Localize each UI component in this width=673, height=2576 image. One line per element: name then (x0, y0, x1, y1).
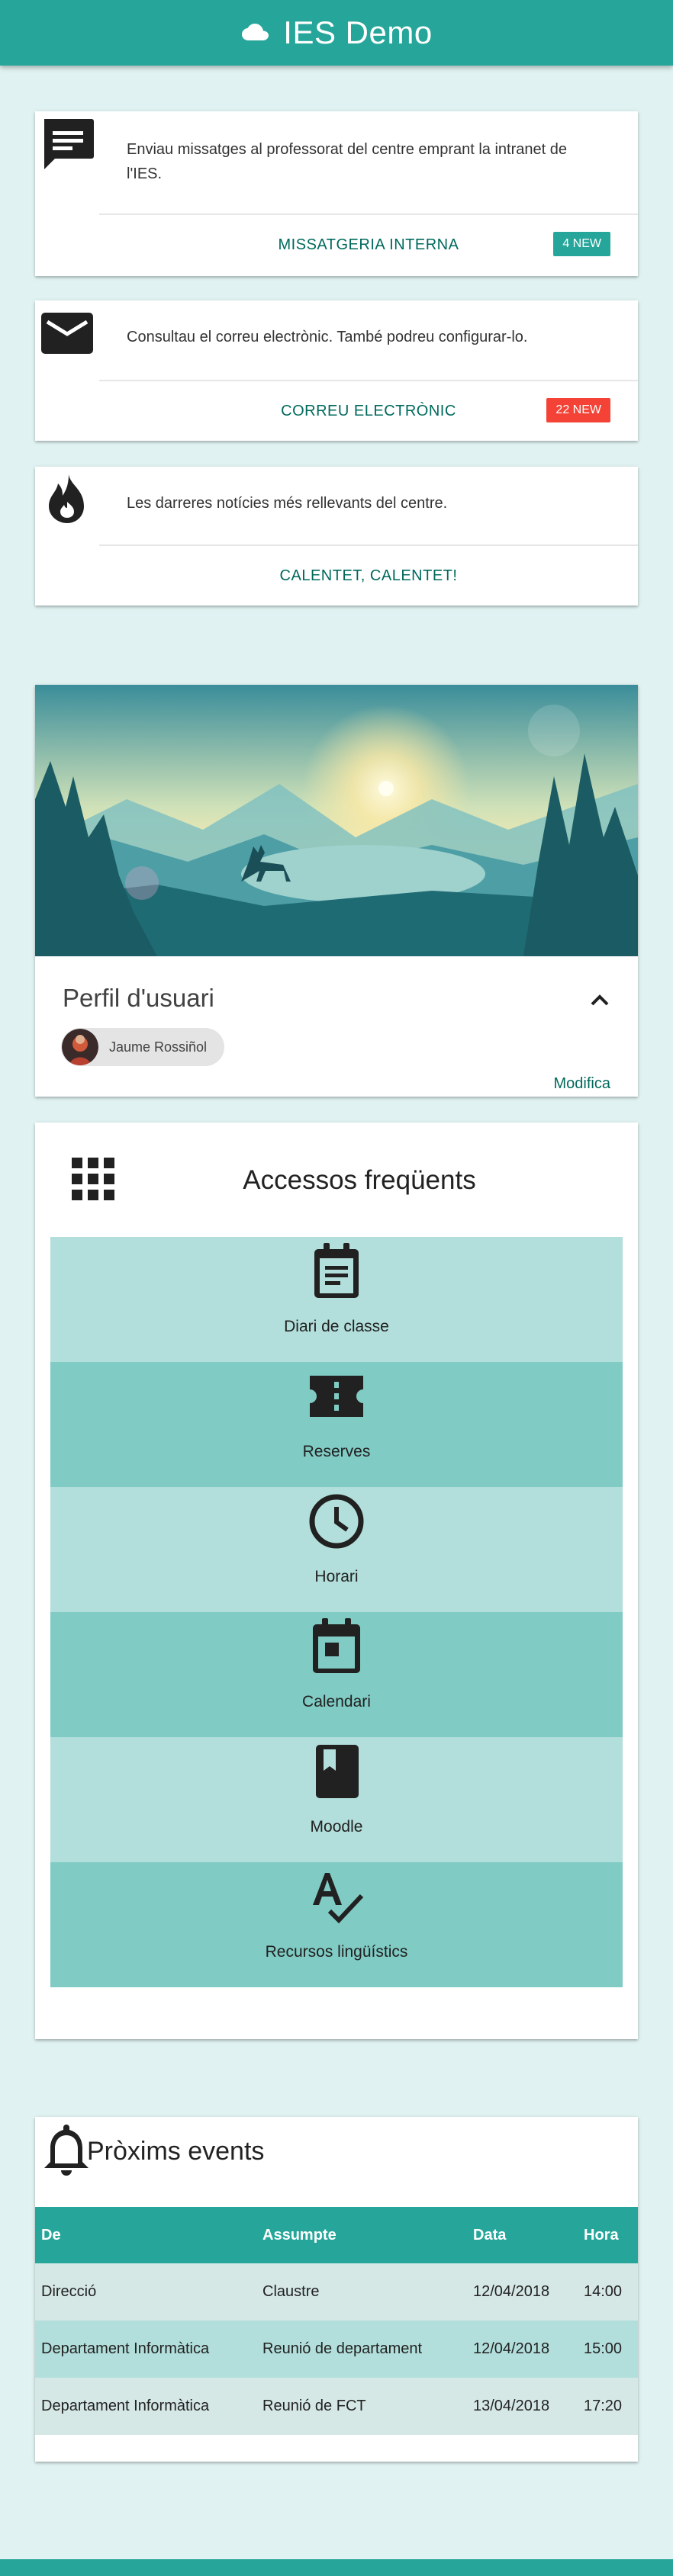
news-card: Les darreres notícies més rellevants del… (35, 467, 638, 605)
spellcheck-icon (313, 1873, 364, 1924)
avatar (62, 1029, 98, 1065)
email-description: Consultau el correu electrònic. També po… (127, 329, 528, 345)
events-title: Pròxims events (87, 2137, 265, 2166)
event-time: 15:00 (578, 2321, 638, 2378)
column-header-hora: Hora (578, 2207, 638, 2263)
user-name: Jaume Rossiñol (109, 1039, 208, 1055)
profile-card: Perfil d'usuari Jaume Rossiñol Modifica (35, 685, 638, 1097)
table-row: Direcció Claustre 12/04/2018 14:00 (35, 2263, 638, 2321)
shortcut-diari-de-classe[interactable]: Diari de classe (50, 1237, 623, 1362)
footer-bar (0, 2559, 673, 2576)
ticket-icon (310, 1376, 363, 1417)
shortcut-label: Diari de classe (284, 1318, 389, 1335)
mail-icon (41, 313, 93, 354)
shortcut-horari[interactable]: Horari (50, 1487, 623, 1612)
shortcut-recursos-linguistics[interactable]: Recursos lingüístics (50, 1862, 623, 1987)
news-button-label: CALENTET, CALENTET! (279, 567, 458, 584)
messaging-card: Enviau missatges al professorat del cent… (35, 111, 638, 276)
chevron-up-icon[interactable] (589, 991, 610, 1008)
event-from: Departament Informàtica (35, 2321, 256, 2378)
column-header-de: De (35, 2207, 256, 2263)
shortcut-reserves[interactable]: Reserves (50, 1362, 623, 1487)
shortcut-label: Recursos lingüístics (265, 1943, 408, 1961)
calendar-icon (313, 1618, 360, 1673)
email-new-badge: 22 NEW (546, 398, 610, 422)
shortcut-label: Moodle (310, 1818, 363, 1836)
cloud-icon (242, 24, 269, 40)
message-icon (44, 119, 94, 169)
edit-profile-link[interactable]: Modifica (554, 1075, 610, 1093)
event-time: 14:00 (578, 2263, 638, 2321)
events-header: Pròxims events (35, 2117, 638, 2207)
shortcut-label: Reserves (302, 1443, 371, 1460)
shortcut-moodle[interactable]: Moodle (50, 1737, 623, 1862)
event-from: Departament Informàtica (35, 2378, 256, 2435)
app-title: IES Demo (283, 14, 433, 50)
shortcut-label: Calendari (302, 1693, 371, 1710)
messaging-new-badge: 4 NEW (553, 232, 610, 256)
event-date: 13/04/2018 (467, 2378, 578, 2435)
table-header-row: De Assumpte Data Hora (35, 2207, 638, 2263)
user-chip[interactable]: Jaume Rossiñol (61, 1028, 224, 1066)
news-button[interactable]: CALENTET, CALENTET! (99, 546, 638, 605)
events-table: De Assumpte Data Hora Direcció Claustre … (35, 2207, 638, 2435)
event-date: 12/04/2018 (467, 2321, 578, 2378)
email-card: Consultau el correu electrònic. També po… (35, 300, 638, 441)
shortcuts-title: Accessos freqüents (243, 1165, 476, 1195)
shortcut-label: Horari (314, 1568, 359, 1585)
shortcut-calendari[interactable]: Calendari (50, 1612, 623, 1737)
column-header-assumpte: Assumpte (256, 2207, 467, 2263)
email-button-label: CORREU ELECTRÒNIC (281, 402, 456, 419)
landscape-image (35, 685, 638, 956)
event-subject: Claustre (256, 2263, 467, 2321)
event-subject: Reunió de departament (256, 2321, 467, 2378)
event-from: Direcció (35, 2263, 256, 2321)
events-card: Pròxims events De Assumpte Data Hora Dir… (35, 2117, 638, 2462)
bell-icon (44, 2125, 89, 2176)
messaging-button-label: MISSATGERIA INTERNA (278, 236, 459, 253)
clock-icon (309, 1494, 364, 1549)
book-icon (316, 1745, 359, 1798)
assignment-icon (314, 1243, 359, 1298)
table-row: Departament Informàtica Reunió de FCT 13… (35, 2378, 638, 2435)
event-subject: Reunió de FCT (256, 2378, 467, 2435)
table-row: Departament Informàtica Reunió de depart… (35, 2321, 638, 2378)
profile-title: Perfil d'usuari (63, 984, 214, 1012)
column-header-data: Data (467, 2207, 578, 2263)
top-app-bar: IES Demo (0, 0, 673, 66)
shortcuts-header: Accessos freqüents (35, 1123, 638, 1237)
shortcuts-card: Accessos freqüents Diari de classe Reser… (35, 1123, 638, 2039)
news-description: Les darreres notícies més rellevants del… (127, 495, 448, 512)
flame-icon (49, 474, 84, 523)
event-date: 12/04/2018 (467, 2263, 578, 2321)
event-time: 17:20 (578, 2378, 638, 2435)
messaging-description: Enviau missatges al professorat del cent… (127, 141, 567, 182)
